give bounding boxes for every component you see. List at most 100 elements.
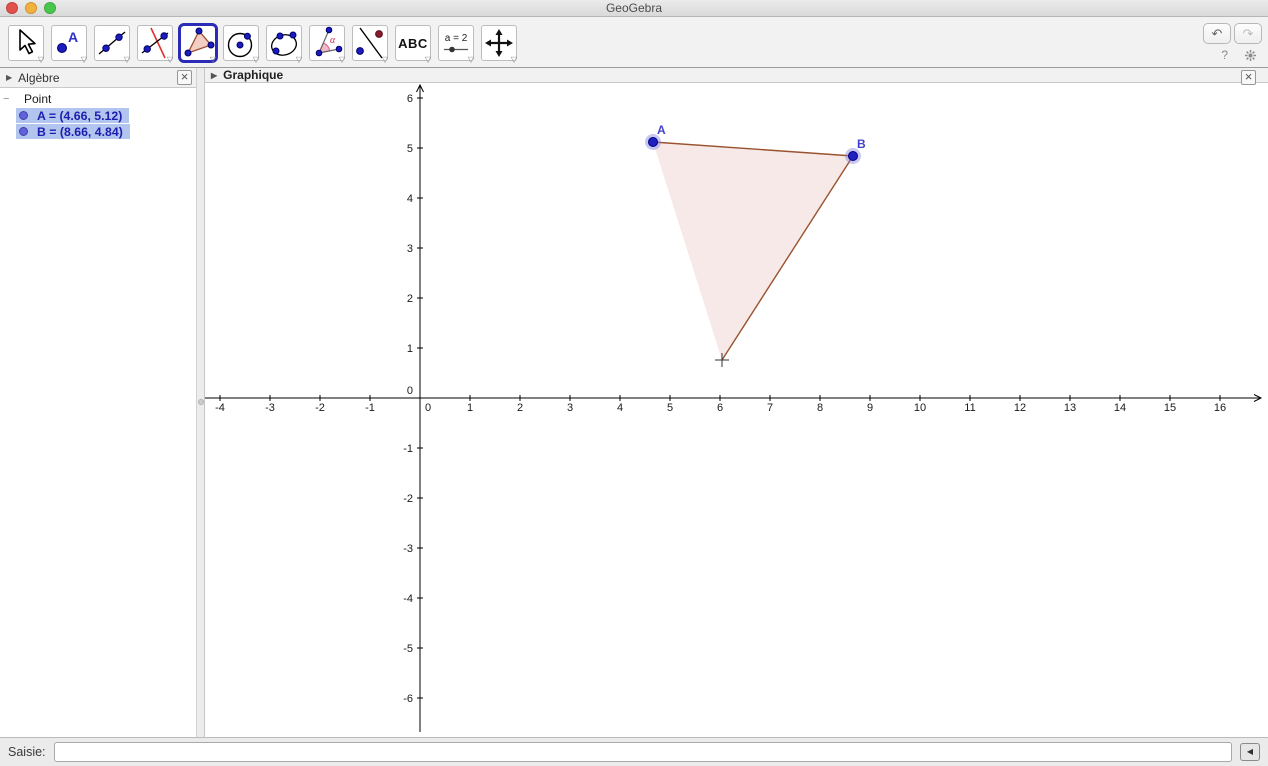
algebra-item-b[interactable]: B = (8.66, 4.84)	[16, 124, 130, 139]
algebra-item-a[interactable]: A = (4.66, 5.12)	[16, 108, 129, 123]
algebra-panel: ▶ Algèbre × − Point A = (4.66, 5.12)	[0, 68, 196, 737]
move-tool[interactable]: ▽	[8, 25, 44, 61]
svg-text:3: 3	[567, 402, 573, 414]
undo-button[interactable]: ↶	[1203, 23, 1231, 44]
tree-group-point[interactable]: − Point	[0, 92, 196, 107]
svg-text:A: A	[68, 29, 78, 45]
input-help-button[interactable]: ◀	[1240, 743, 1260, 761]
svg-text:-1: -1	[365, 402, 375, 414]
svg-text:-1: -1	[403, 443, 413, 455]
undo-icon: ↶	[1212, 26, 1223, 41]
redo-button[interactable]: ↷	[1234, 23, 1262, 44]
toolbar-right: ↶ ↷ ?	[1203, 23, 1262, 62]
svg-text:-4: -4	[215, 402, 225, 414]
window-title: GeoGebra	[0, 0, 1268, 16]
input-bar: Saisie: ◀	[0, 737, 1268, 766]
svg-text:4: 4	[617, 402, 623, 414]
slider-track-icon	[443, 45, 469, 54]
svg-text:11: 11	[964, 402, 975, 414]
svg-text:13: 13	[1064, 402, 1076, 414]
algebra-panel-header: ▶ Algèbre ×	[0, 68, 196, 88]
zoom-window-button[interactable]	[44, 2, 56, 14]
svg-text:-2: -2	[315, 402, 325, 414]
tool-dropdown-icon[interactable]: ▽	[296, 56, 302, 64]
tool-dropdown-icon[interactable]: ▽	[339, 56, 345, 64]
circle-tool[interactable]: ▽	[223, 25, 259, 61]
perpendicular-line-tool[interactable]: ▽	[137, 25, 173, 61]
tree-group-label: Point	[24, 92, 51, 106]
tool-dropdown-icon[interactable]: ▽	[425, 56, 431, 64]
slider-tool-label: a = 2	[445, 33, 468, 44]
svg-text:6: 6	[717, 402, 723, 414]
tool-dropdown-icon[interactable]: ▽	[253, 56, 259, 64]
reflection-tool[interactable]: ▽	[352, 25, 388, 61]
svg-text:7: 7	[767, 402, 773, 414]
tool-dropdown-icon[interactable]: ▽	[124, 56, 130, 64]
graphics-panel-header: ▶ Graphique ×	[205, 68, 1268, 83]
tool-dropdown-icon[interactable]: ▽	[511, 56, 517, 64]
svg-text:15: 15	[1164, 402, 1176, 414]
svg-text:12: 12	[1014, 402, 1026, 414]
svg-text:5: 5	[407, 143, 413, 155]
tool-dropdown-icon[interactable]: ▽	[38, 56, 44, 64]
svg-text:A: A	[657, 123, 666, 137]
close-icon: ×	[1245, 69, 1253, 84]
slider-icon: a = 2	[443, 33, 469, 54]
algebra-panel-title: Algèbre	[18, 71, 59, 85]
move-graphics-tool[interactable]: ▽	[481, 25, 517, 61]
gear-icon[interactable]	[1244, 49, 1257, 62]
algebra-tree: − Point A = (4.66, 5.12) B = (8.66, 4.84…	[0, 88, 196, 737]
conic-tool[interactable]: ▽	[266, 25, 302, 61]
input-help-icon: ◀	[1247, 747, 1253, 756]
splitter-handle[interactable]	[198, 399, 204, 405]
close-window-button[interactable]	[6, 2, 18, 14]
command-input[interactable]	[54, 742, 1232, 762]
minimize-window-button[interactable]	[25, 2, 37, 14]
point-tool[interactable]: A ▽	[51, 25, 87, 61]
svg-text:14: 14	[1114, 402, 1126, 414]
input-bar-label: Saisie:	[8, 745, 46, 759]
angle-tool[interactable]: α ▽	[309, 25, 345, 61]
svg-text:9: 9	[867, 402, 873, 414]
text-tool-label: ABC	[398, 36, 428, 51]
svg-text:-4: -4	[403, 593, 413, 605]
redo-icon: ↷	[1243, 26, 1254, 41]
panel-arrow-icon[interactable]: ▶	[211, 71, 217, 80]
tool-dropdown-icon[interactable]: ▽	[81, 56, 87, 64]
svg-text:B: B	[857, 137, 866, 151]
geogebra-window: GeoGebra ▽ A ▽ ▽	[0, 0, 1268, 766]
svg-text:-5: -5	[403, 643, 413, 655]
svg-text:-3: -3	[265, 402, 275, 414]
svg-text:α: α	[330, 35, 336, 46]
svg-text:3: 3	[407, 243, 413, 255]
point-bullet-icon	[19, 127, 28, 136]
svg-text:4: 4	[407, 193, 413, 205]
graphics-canvas[interactable]: -4-3-2-10123456789101112131415166543210-…	[205, 83, 1268, 732]
point-bullet-icon	[19, 111, 28, 120]
svg-text:5: 5	[667, 402, 673, 414]
traffic-lights	[6, 2, 56, 14]
tool-dropdown-icon[interactable]: ▽	[382, 56, 388, 64]
help-button[interactable]: ?	[1221, 48, 1228, 62]
close-icon: ×	[181, 69, 189, 84]
panel-splitter[interactable]	[196, 68, 205, 737]
svg-text:2: 2	[407, 293, 413, 305]
svg-text:0: 0	[407, 385, 413, 397]
main-area: ▶ Algèbre × − Point A = (4.66, 5.12)	[0, 68, 1268, 737]
algebra-close-button[interactable]: ×	[177, 70, 192, 85]
panel-arrow-icon[interactable]: ▶	[6, 73, 12, 82]
tool-dropdown-icon[interactable]: ▽	[167, 56, 173, 64]
tool-dropdown-icon[interactable]: ▽	[468, 56, 474, 64]
svg-text:10: 10	[914, 402, 926, 414]
slider-tool[interactable]: a = 2 ▽	[438, 25, 474, 61]
algebra-item-label: A = (4.66, 5.12)	[37, 109, 122, 123]
title-bar: GeoGebra	[0, 0, 1268, 17]
svg-text:-6: -6	[403, 693, 413, 705]
collapse-icon[interactable]: −	[3, 92, 9, 107]
line-tool[interactable]: ▽	[94, 25, 130, 61]
tool-dropdown-icon[interactable]: ▽	[210, 56, 216, 64]
graphics-panel-title: Graphique	[223, 68, 283, 82]
text-tool[interactable]: ABC ▽	[395, 25, 431, 61]
polygon-tool[interactable]: ▽	[180, 25, 216, 61]
svg-text:0: 0	[425, 402, 431, 414]
